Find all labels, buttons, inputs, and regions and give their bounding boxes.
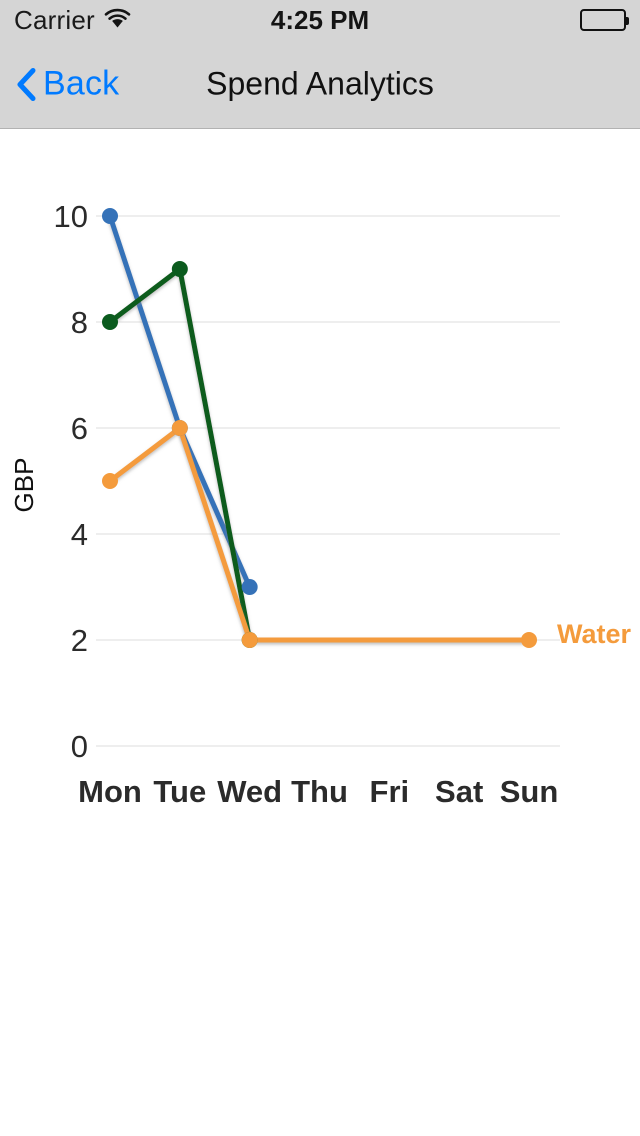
- y-axis-title: GBP: [9, 458, 39, 513]
- x-tick-label: Wed: [217, 774, 282, 809]
- status-bar-right: [580, 9, 629, 31]
- chart-data-point[interactable]: [171, 420, 188, 436]
- chart-data-point[interactable]: [102, 208, 118, 224]
- carrier-label: Carrier: [14, 4, 95, 35]
- page-title: Spend Analytics: [206, 65, 434, 102]
- chart-series-labels: Water: [557, 619, 632, 649]
- chart-y-tick-labels: 0 2 4 6 8 10: [54, 199, 88, 764]
- chart-data-point[interactable]: [521, 632, 537, 648]
- chart-data-point[interactable]: [241, 632, 258, 648]
- x-tick-label: Sat: [435, 774, 483, 809]
- chart-x-tick-labels: Mon Tue Wed Thu Fri Sat Sun: [78, 774, 558, 809]
- chart-data-point[interactable]: [102, 473, 118, 489]
- x-tick-label: Mon: [78, 774, 142, 809]
- y-tick-label: 0: [71, 729, 88, 764]
- chart-data-point[interactable]: [171, 261, 188, 277]
- x-tick-label: Thu: [291, 774, 348, 809]
- y-tick-label: 10: [54, 199, 88, 234]
- x-tick-label: Sun: [500, 774, 559, 809]
- line-chart-svg[interactable]: 0 2 4 6 8 10 Mon Tue Wed Thu Fri Sat Sun GBP Water: [0, 130, 640, 1136]
- battery-full-icon: [580, 9, 629, 31]
- wifi-icon: [104, 8, 131, 33]
- y-tick-label: 6: [71, 411, 88, 446]
- y-tick-label: 4: [71, 517, 88, 552]
- chart-data-point[interactable]: [102, 314, 118, 330]
- y-tick-label: 8: [71, 305, 88, 340]
- spend-analytics-chart[interactable]: 0 2 4 6 8 10 Mon Tue Wed Thu Fri Sat Sun GBP Water: [0, 130, 640, 1136]
- navigation-bar: Back Spend Analytics: [0, 40, 640, 129]
- y-tick-label: 2: [71, 623, 88, 658]
- status-bar-left: Carrier: [14, 5, 131, 36]
- status-bar: Carrier 4:25 PM: [0, 0, 640, 40]
- chart-data-point[interactable]: [241, 579, 258, 595]
- x-tick-label: Tue: [153, 774, 206, 809]
- x-tick-label: Fri: [370, 774, 410, 809]
- chart-gridlines: [96, 215, 560, 747]
- series-inline-label: Water: [557, 619, 632, 649]
